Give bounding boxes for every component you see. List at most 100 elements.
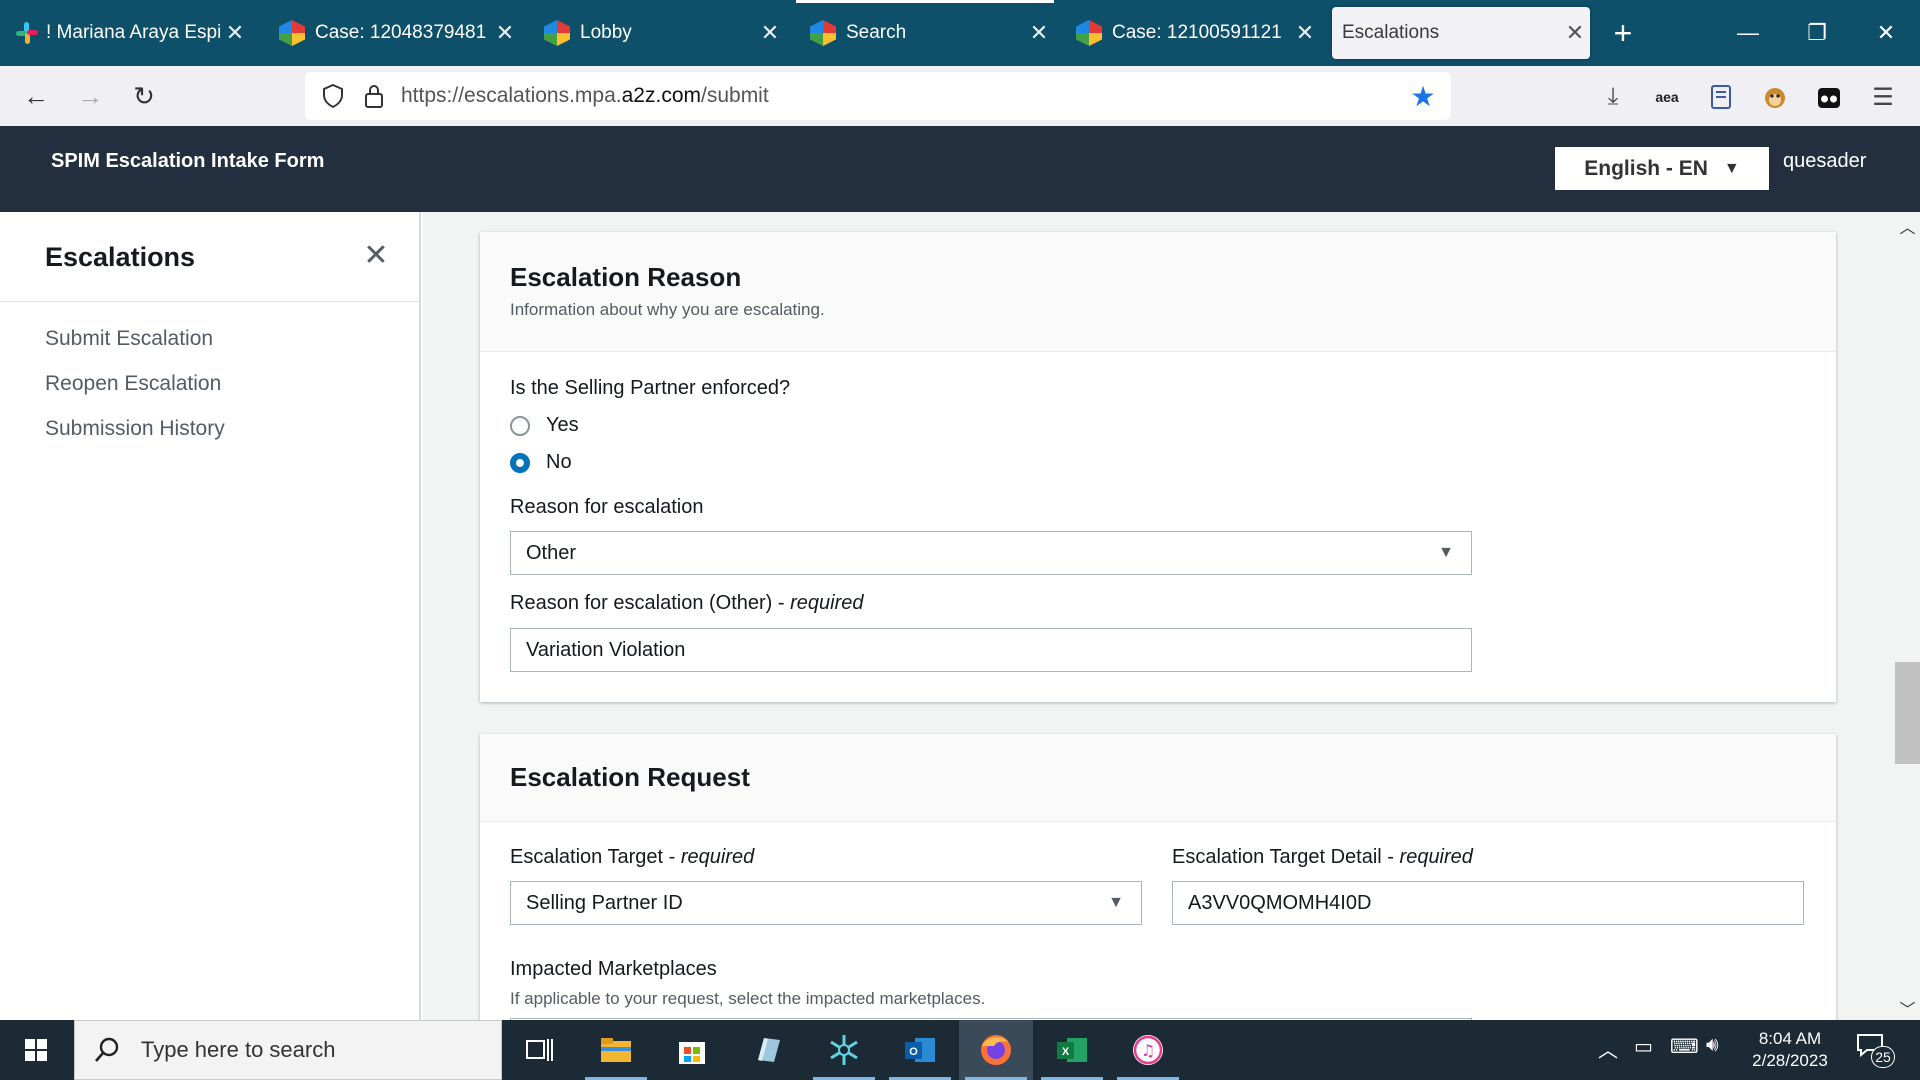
app-header: SPIM Escalation Intake Form English - EN… — [0, 126, 1920, 212]
shield-icon[interactable] — [321, 83, 345, 109]
minimize-icon[interactable]: — — [1728, 14, 1768, 52]
escalation-target-detail-input[interactable]: A3VV0QMOMH4I0D — [1172, 881, 1804, 925]
taskbar-clock[interactable]: 8:04 AM 2/28/2023 — [1730, 1028, 1850, 1072]
close-tab-icon[interactable]: ✕ — [1024, 20, 1054, 46]
reason-other-value: Variation Violation — [526, 638, 686, 661]
reason-select[interactable]: Other ▼ — [510, 531, 1472, 575]
show-hidden-icons-icon[interactable]: ︿ — [1598, 1034, 1618, 1063]
itunes-icon[interactable]: ♫ — [1111, 1020, 1185, 1080]
windows-start-icon[interactable] — [14, 1030, 58, 1070]
network-icon[interactable]: ⌨ — [1670, 1034, 1699, 1059]
task-view-icon[interactable] — [503, 1020, 577, 1080]
incognito-extension-icon[interactable] — [1812, 80, 1846, 114]
close-tab-icon[interactable]: ✕ — [1560, 20, 1590, 46]
escalation-target-value: Selling Partner ID — [526, 891, 683, 914]
slack-icon — [16, 22, 38, 44]
escalation-target-detail-label: Escalation Target Detail - required — [1172, 846, 1473, 869]
close-tab-icon[interactable]: ✕ — [755, 20, 785, 46]
escalation-target-label-text: Escalation Target — [510, 846, 664, 868]
url-prefix: https://escalations.mpa. — [401, 84, 622, 107]
sidebar-item-submit-escalation[interactable]: Submit Escalation — [45, 327, 213, 351]
tab-title: Case: 12100591121 — [1112, 22, 1282, 43]
url-text[interactable]: https://escalations.mpa.a2z.com/submit — [401, 84, 1403, 108]
download-icon[interactable]: ⤓ — [1596, 80, 1630, 114]
reason-other-input[interactable]: Variation Violation — [510, 628, 1472, 672]
close-tab-icon[interactable]: ✕ — [220, 20, 250, 46]
panel-header: Escalation Reason Information about why … — [480, 232, 1836, 352]
search-placeholder: Type here to search — [141, 1037, 336, 1062]
radio-button-icon[interactable] — [510, 415, 530, 436]
scroll-up-icon[interactable]: ︿ — [1895, 214, 1920, 238]
firefox-icon[interactable] — [959, 1020, 1033, 1080]
outlook-icon[interactable]: O — [883, 1020, 957, 1080]
caret-down-icon: ▼ — [1438, 544, 1454, 561]
paragon-icon — [810, 20, 836, 46]
sidebar-item-submission-history[interactable]: Submission History — [45, 417, 225, 441]
radio-button-selected-icon[interactable] — [510, 452, 530, 473]
reason-label: Reason for escalation — [510, 496, 704, 518]
tab-case-12100591121[interactable]: Case: 12100591121 ✕ — [1062, 0, 1320, 66]
reason-other-label: Reason for escalation (Other) - required — [510, 592, 864, 615]
tab-lobby[interactable]: Lobby ✕ — [530, 0, 785, 66]
required-marker: required — [680, 846, 755, 868]
scrollbar-thumb[interactable] — [1895, 662, 1920, 764]
tab-title: ! Mariana Araya Espinoza — [46, 22, 220, 43]
radio-yes[interactable]: Yes — [510, 414, 579, 437]
tab-title: Search — [846, 22, 907, 43]
close-tab-icon[interactable]: ✕ — [490, 20, 520, 46]
firefox-glyph — [981, 1035, 1011, 1065]
caret-down-icon: ▼ — [1108, 894, 1124, 911]
close-tab-icon[interactable]: ✕ — [1290, 20, 1320, 46]
svg-text:X: X — [1062, 1046, 1070, 1058]
windows-taskbar: Type here to search O X ♫ ︿ ▭ ⌨ 🔊︎ 8:04 … — [0, 1020, 1920, 1080]
language-select[interactable]: English - EN ▼ — [1555, 147, 1769, 190]
reason-other-label-text: Reason for escalation (Other) — [510, 592, 773, 614]
scroll-down-icon[interactable]: ﹀ — [1895, 996, 1920, 1020]
network-app-icon[interactable] — [807, 1020, 881, 1080]
excel-icon[interactable]: X — [1035, 1020, 1109, 1080]
notes-app-icon[interactable] — [731, 1020, 805, 1080]
tab-slack[interactable]: ! Mariana Araya Espinoza ✕ — [0, 0, 250, 66]
bookmark-star-icon[interactable]: ★ — [1403, 80, 1443, 113]
battery-icon[interactable]: ▭ — [1634, 1034, 1653, 1059]
taskbar-search-box[interactable]: Type here to search — [74, 1020, 502, 1080]
label-separator: - — [1381, 846, 1400, 868]
sidebar-title: Escalations — [45, 242, 196, 272]
close-icon[interactable]: ✕ — [360, 240, 392, 272]
window-close-icon[interactable]: ✕ — [1866, 14, 1906, 52]
back-icon[interactable]: ← — [16, 76, 56, 116]
tab-search[interactable]: Search ✕ — [796, 0, 1054, 66]
enforced-question-label: Is the Selling Partner enforced? — [510, 377, 791, 399]
forward-icon[interactable]: → — [70, 76, 110, 116]
url-bar[interactable]: https://escalations.mpa.a2z.com/submit ★ — [305, 72, 1451, 120]
reload-icon[interactable]: ↻ — [124, 76, 164, 116]
menu-icon[interactable]: ☰ — [1866, 80, 1900, 114]
panel-title: Escalation Request — [510, 762, 750, 792]
label-separator: - — [772, 592, 791, 614]
folder-glyph — [601, 1038, 631, 1062]
store-icon[interactable] — [655, 1020, 729, 1080]
sidebar-item-reopen-escalation[interactable]: Reopen Escalation — [45, 372, 221, 396]
monkey-extension-icon[interactable] — [1758, 80, 1792, 114]
reader-icon[interactable] — [1704, 80, 1738, 114]
page-scrollbar[interactable]: ︿ ﹀ — [1895, 212, 1920, 1020]
lock-icon[interactable] — [363, 83, 385, 109]
escalation-request-panel: Escalation Request Escalation Target - r… — [480, 734, 1836, 1020]
clock-time: 8:04 AM — [1758, 1029, 1822, 1048]
tab-case-12048379481[interactable]: Case: 12048379481 ✕ — [265, 0, 520, 66]
required-marker: required — [1399, 846, 1473, 868]
new-tab-button[interactable]: + — [1606, 14, 1640, 52]
volume-icon[interactable]: 🔊︎ — [1706, 1034, 1719, 1057]
escalation-target-select[interactable]: Selling Partner ID ▼ — [510, 881, 1142, 925]
aea-label: aea — [1655, 89, 1679, 105]
restore-icon[interactable]: ❐ — [1797, 14, 1837, 52]
file-explorer-icon[interactable] — [579, 1020, 653, 1080]
panel-title: Escalation Reason — [510, 262, 742, 292]
username[interactable]: quesader — [1783, 150, 1866, 173]
panel-header: Escalation Request — [480, 734, 1836, 822]
radio-no[interactable]: No — [510, 451, 572, 474]
notification-center-icon[interactable]: 25 — [1855, 1032, 1895, 1068]
glasses-icon — [1818, 88, 1840, 108]
tab-escalations[interactable]: Escalations ✕ — [1332, 7, 1590, 59]
amazon-extension-icon[interactable]: aea — [1650, 80, 1684, 114]
